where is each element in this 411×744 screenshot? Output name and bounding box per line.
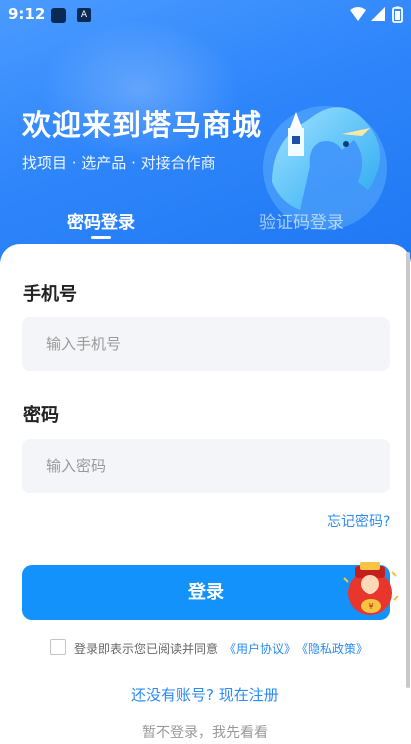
login-button[interactable]: 登录 xyxy=(22,565,390,620)
tab-password-login[interactable]: 密码登录 xyxy=(67,208,135,233)
agreement-text: 登录即表示您已阅读并同意 xyxy=(74,642,219,656)
hero-banner: 9:12 A 欢迎来到塔马商城 找项目 · 选产品 · 对接合作商 密码登录 验… xyxy=(0,0,411,262)
svg-text:¥: ¥ xyxy=(368,602,373,611)
password-input[interactable] xyxy=(22,439,390,493)
scrollbar[interactable] xyxy=(406,252,410,688)
forgot-password-link[interactable]: 忘记密码? xyxy=(327,511,390,531)
phone-input[interactable] xyxy=(22,317,390,371)
tab-sms-login[interactable]: 验证码登录 xyxy=(259,208,344,233)
notification-letter-icon: A xyxy=(77,8,91,22)
notification-app-icon xyxy=(51,8,66,23)
browse-as-guest-link[interactable]: 暂不登录，我先看看 xyxy=(142,722,268,742)
status-indicators xyxy=(349,6,405,28)
welcome-title: 欢迎来到塔马商城 xyxy=(22,108,263,142)
status-bar: 9:12 A xyxy=(0,0,411,30)
active-tab-indicator xyxy=(91,236,111,239)
user-agreement-link[interactable]: 《用户协议》 xyxy=(224,640,296,657)
privacy-policy-link[interactable]: 《隐私政策》 xyxy=(296,640,368,657)
status-time: 9:12 xyxy=(8,5,46,23)
phone-label: 手机号 xyxy=(23,284,77,305)
register-link[interactable]: 还没有账号? 现在注册 xyxy=(131,684,279,705)
agreement-checkbox[interactable] xyxy=(50,639,66,655)
wifi-signal-battery-icon xyxy=(350,6,403,23)
fortune-god-mascot-icon[interactable]: ¥ xyxy=(340,560,400,620)
password-label: 密码 xyxy=(23,405,59,426)
welcome-subtitle: 找项目 · 选产品 · 对接合作商 xyxy=(22,154,216,172)
